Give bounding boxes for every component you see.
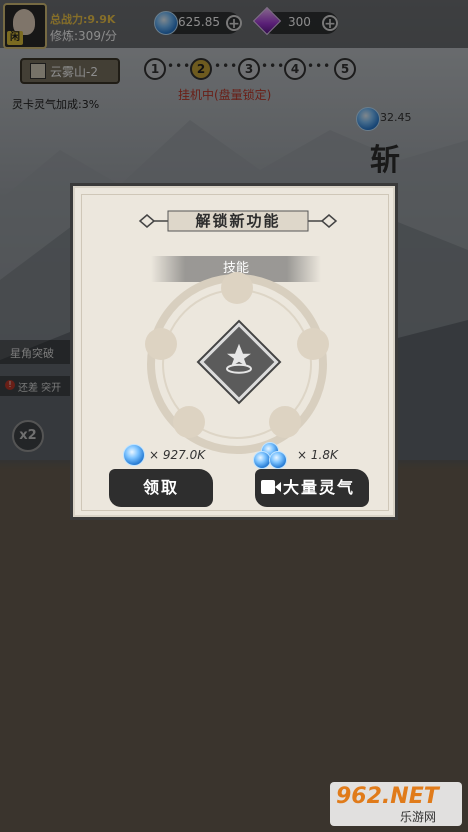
watermark-sub: 乐游网 <box>400 810 437 824</box>
watch-video-button[interactable]: 大量灵气 <box>255 469 369 507</box>
dialog-title: 解锁新功能 <box>195 212 281 230</box>
video-button-label: 大量灵气 <box>283 478 356 497</box>
site-watermark: 962.NET 乐游网 <box>330 782 462 826</box>
claim-button[interactable]: 领取 <box>109 469 213 507</box>
spirit-stone-pile-icon <box>269 451 287 469</box>
claim-label: 领取 <box>142 478 179 497</box>
watermark-brand: 962.NET <box>336 784 439 809</box>
spirit-stone-icon <box>123 444 145 466</box>
reward-left-amount: × 927.0K <box>149 448 206 462</box>
dialog-title-wrap: 解锁新功能 <box>153 208 323 234</box>
video-camera-icon <box>275 482 281 492</box>
reward-right-amount: × 1.8K <box>297 448 338 462</box>
unlock-feature-dialog: 解锁新功能 技能 × 927.0K × 1.8K 领取 大量灵气 <box>70 183 398 520</box>
video-camera-icon <box>261 480 275 494</box>
